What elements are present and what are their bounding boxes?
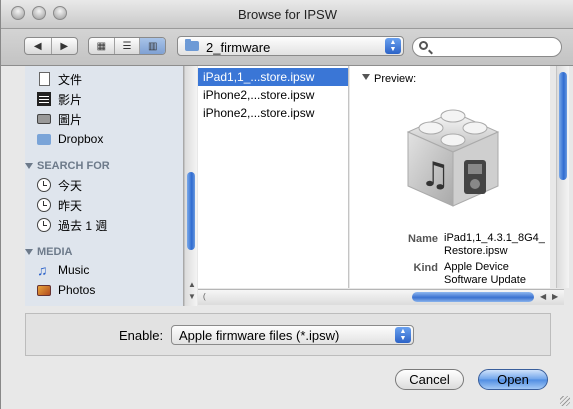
sidebar-item-label: 今天 xyxy=(58,178,83,193)
browse-dialog: Browse for IPSW ◀ ▶ ▦ ☰ ▥ 2_firmware ▲ ▼ … xyxy=(0,0,573,409)
file-item[interactable]: iPhone2,...store.ipsw xyxy=(198,86,348,104)
sidebar-item-photos[interactable]: Photos xyxy=(37,281,95,299)
sidebar-item-past-week[interactable]: 過去 1 週 xyxy=(37,216,107,234)
kind-key: Kind xyxy=(413,262,438,274)
dropbox-folder-icon xyxy=(37,133,51,145)
name-value: iPad1,1_4.3.1_8G4_ Restore.ipsw xyxy=(444,232,545,257)
column-scroll-thumb[interactable] xyxy=(412,292,534,302)
name-key: Name xyxy=(408,233,438,245)
clock-icon xyxy=(37,218,51,232)
sidebar: 文件 影片 圖片 Dropbox SEARCH FOR 今天 昨天 過去 1 週… xyxy=(25,66,184,306)
chevron-right-icon[interactable]: ▶ xyxy=(52,38,78,54)
sidebar-item-label: Dropbox xyxy=(58,132,104,146)
back-forward-control: ◀ ▶ xyxy=(24,37,78,55)
search-field[interactable] xyxy=(412,37,562,57)
section-header-label: MEDIA xyxy=(37,246,73,258)
file-type-popup[interactable]: Apple firmware files (*.ipsw) ▲ ▼ xyxy=(171,325,414,345)
list-view-icon[interactable]: ☰ xyxy=(115,38,141,54)
file-item[interactable]: iPad1,1_...store.ipsw xyxy=(198,68,348,86)
sidebar-item-dropbox[interactable]: Dropbox xyxy=(37,130,103,148)
open-button[interactable]: Open xyxy=(478,369,548,390)
view-mode-control: ▦ ☰ ▥ xyxy=(88,37,166,55)
preview-scroll-thumb[interactable] xyxy=(559,72,567,180)
icon-view-icon[interactable]: ▦ xyxy=(89,38,115,54)
svg-text:♫: ♫ xyxy=(420,155,450,195)
scroll-right-arrow-icon[interactable]: ▶ xyxy=(552,292,558,301)
popup-arrows-icon: ▲ ▼ xyxy=(385,38,401,54)
search-icon xyxy=(419,41,428,50)
enable-label: Enable: xyxy=(119,328,164,343)
file-type-value: Apple firmware files (*.ipsw) xyxy=(179,328,340,343)
sidebar-scrollbar[interactable]: ▲ ▼ xyxy=(184,66,197,306)
camera-icon xyxy=(37,114,51,124)
sidebar-scroll-thumb[interactable] xyxy=(187,172,195,250)
preview-scrollbar[interactable] xyxy=(556,66,569,288)
document-icon xyxy=(39,72,50,86)
scroll-left-arrow-icon[interactable]: ( xyxy=(203,292,206,301)
sidebar-item-label: Photos xyxy=(58,283,96,297)
column-view-icon[interactable]: ▥ xyxy=(140,38,165,54)
music-note-icon: ♫ xyxy=(37,262,48,278)
photos-icon xyxy=(37,284,51,296)
sidebar-item-pictures[interactable]: 圖片 xyxy=(37,110,82,128)
preview-label: Preview: xyxy=(374,73,417,85)
folder-icon xyxy=(185,39,199,51)
media-header[interactable]: MEDIA xyxy=(25,246,72,258)
clock-icon xyxy=(37,198,51,212)
file-item[interactable]: iPhone2,...store.ipsw xyxy=(198,104,348,122)
title-bar: Browse for IPSW xyxy=(1,0,573,29)
kind-value: Apple Device Software Update xyxy=(444,261,526,286)
section-header-label: SEARCH FOR xyxy=(37,160,110,172)
location-popup[interactable]: 2_firmware ▲ ▼ xyxy=(177,36,404,56)
ipsw-package-icon: ♫ xyxy=(406,109,500,207)
window-title: Browse for IPSW xyxy=(238,7,337,22)
preview-column: Preview: ♫ Name iPad1,1_4.3.1_8G4_ Resto… xyxy=(350,66,550,288)
sidebar-item-yesterday[interactable]: 昨天 xyxy=(37,196,82,214)
sidebar-item-label: Music xyxy=(58,263,90,277)
sidebar-item-documents[interactable]: 文件 xyxy=(37,70,82,88)
resize-grip-icon[interactable] xyxy=(560,396,570,406)
search-for-header[interactable]: SEARCH FOR xyxy=(25,160,110,172)
sidebar-item-label: 文件 xyxy=(58,72,83,87)
sidebar-item-movies[interactable]: 影片 xyxy=(37,90,82,108)
film-icon xyxy=(37,92,51,106)
sidebar-item-label: 昨天 xyxy=(58,198,83,213)
disclosure-triangle-icon xyxy=(362,74,370,80)
scroll-left-arrow-icon[interactable]: ◀ xyxy=(540,292,546,301)
scroll-up-arrow-icon[interactable]: ▲ xyxy=(188,280,196,289)
sidebar-item-today[interactable]: 今天 xyxy=(37,176,82,194)
clock-icon xyxy=(37,178,51,192)
sidebar-item-music[interactable]: ♫ Music xyxy=(37,261,89,279)
sidebar-item-label: 影片 xyxy=(58,92,83,107)
location-label: 2_firmware xyxy=(206,40,271,55)
column-scrollbar[interactable]: ( ◀ ▶ xyxy=(198,289,564,305)
disclosure-triangle-icon xyxy=(25,249,33,255)
scroll-down-arrow-icon[interactable]: ▼ xyxy=(188,292,196,301)
sidebar-item-label: 圖片 xyxy=(58,112,83,127)
disclosure-triangle-icon xyxy=(25,163,33,169)
chevron-left-icon[interactable]: ◀ xyxy=(25,38,52,54)
popup-arrows-icon: ▲ ▼ xyxy=(395,327,411,343)
file-column: iPad1,1_...store.ipsw iPhone2,...store.i… xyxy=(198,66,349,288)
sidebar-item-label: 過去 1 週 xyxy=(58,218,108,233)
cancel-button[interactable]: Cancel xyxy=(395,369,464,390)
